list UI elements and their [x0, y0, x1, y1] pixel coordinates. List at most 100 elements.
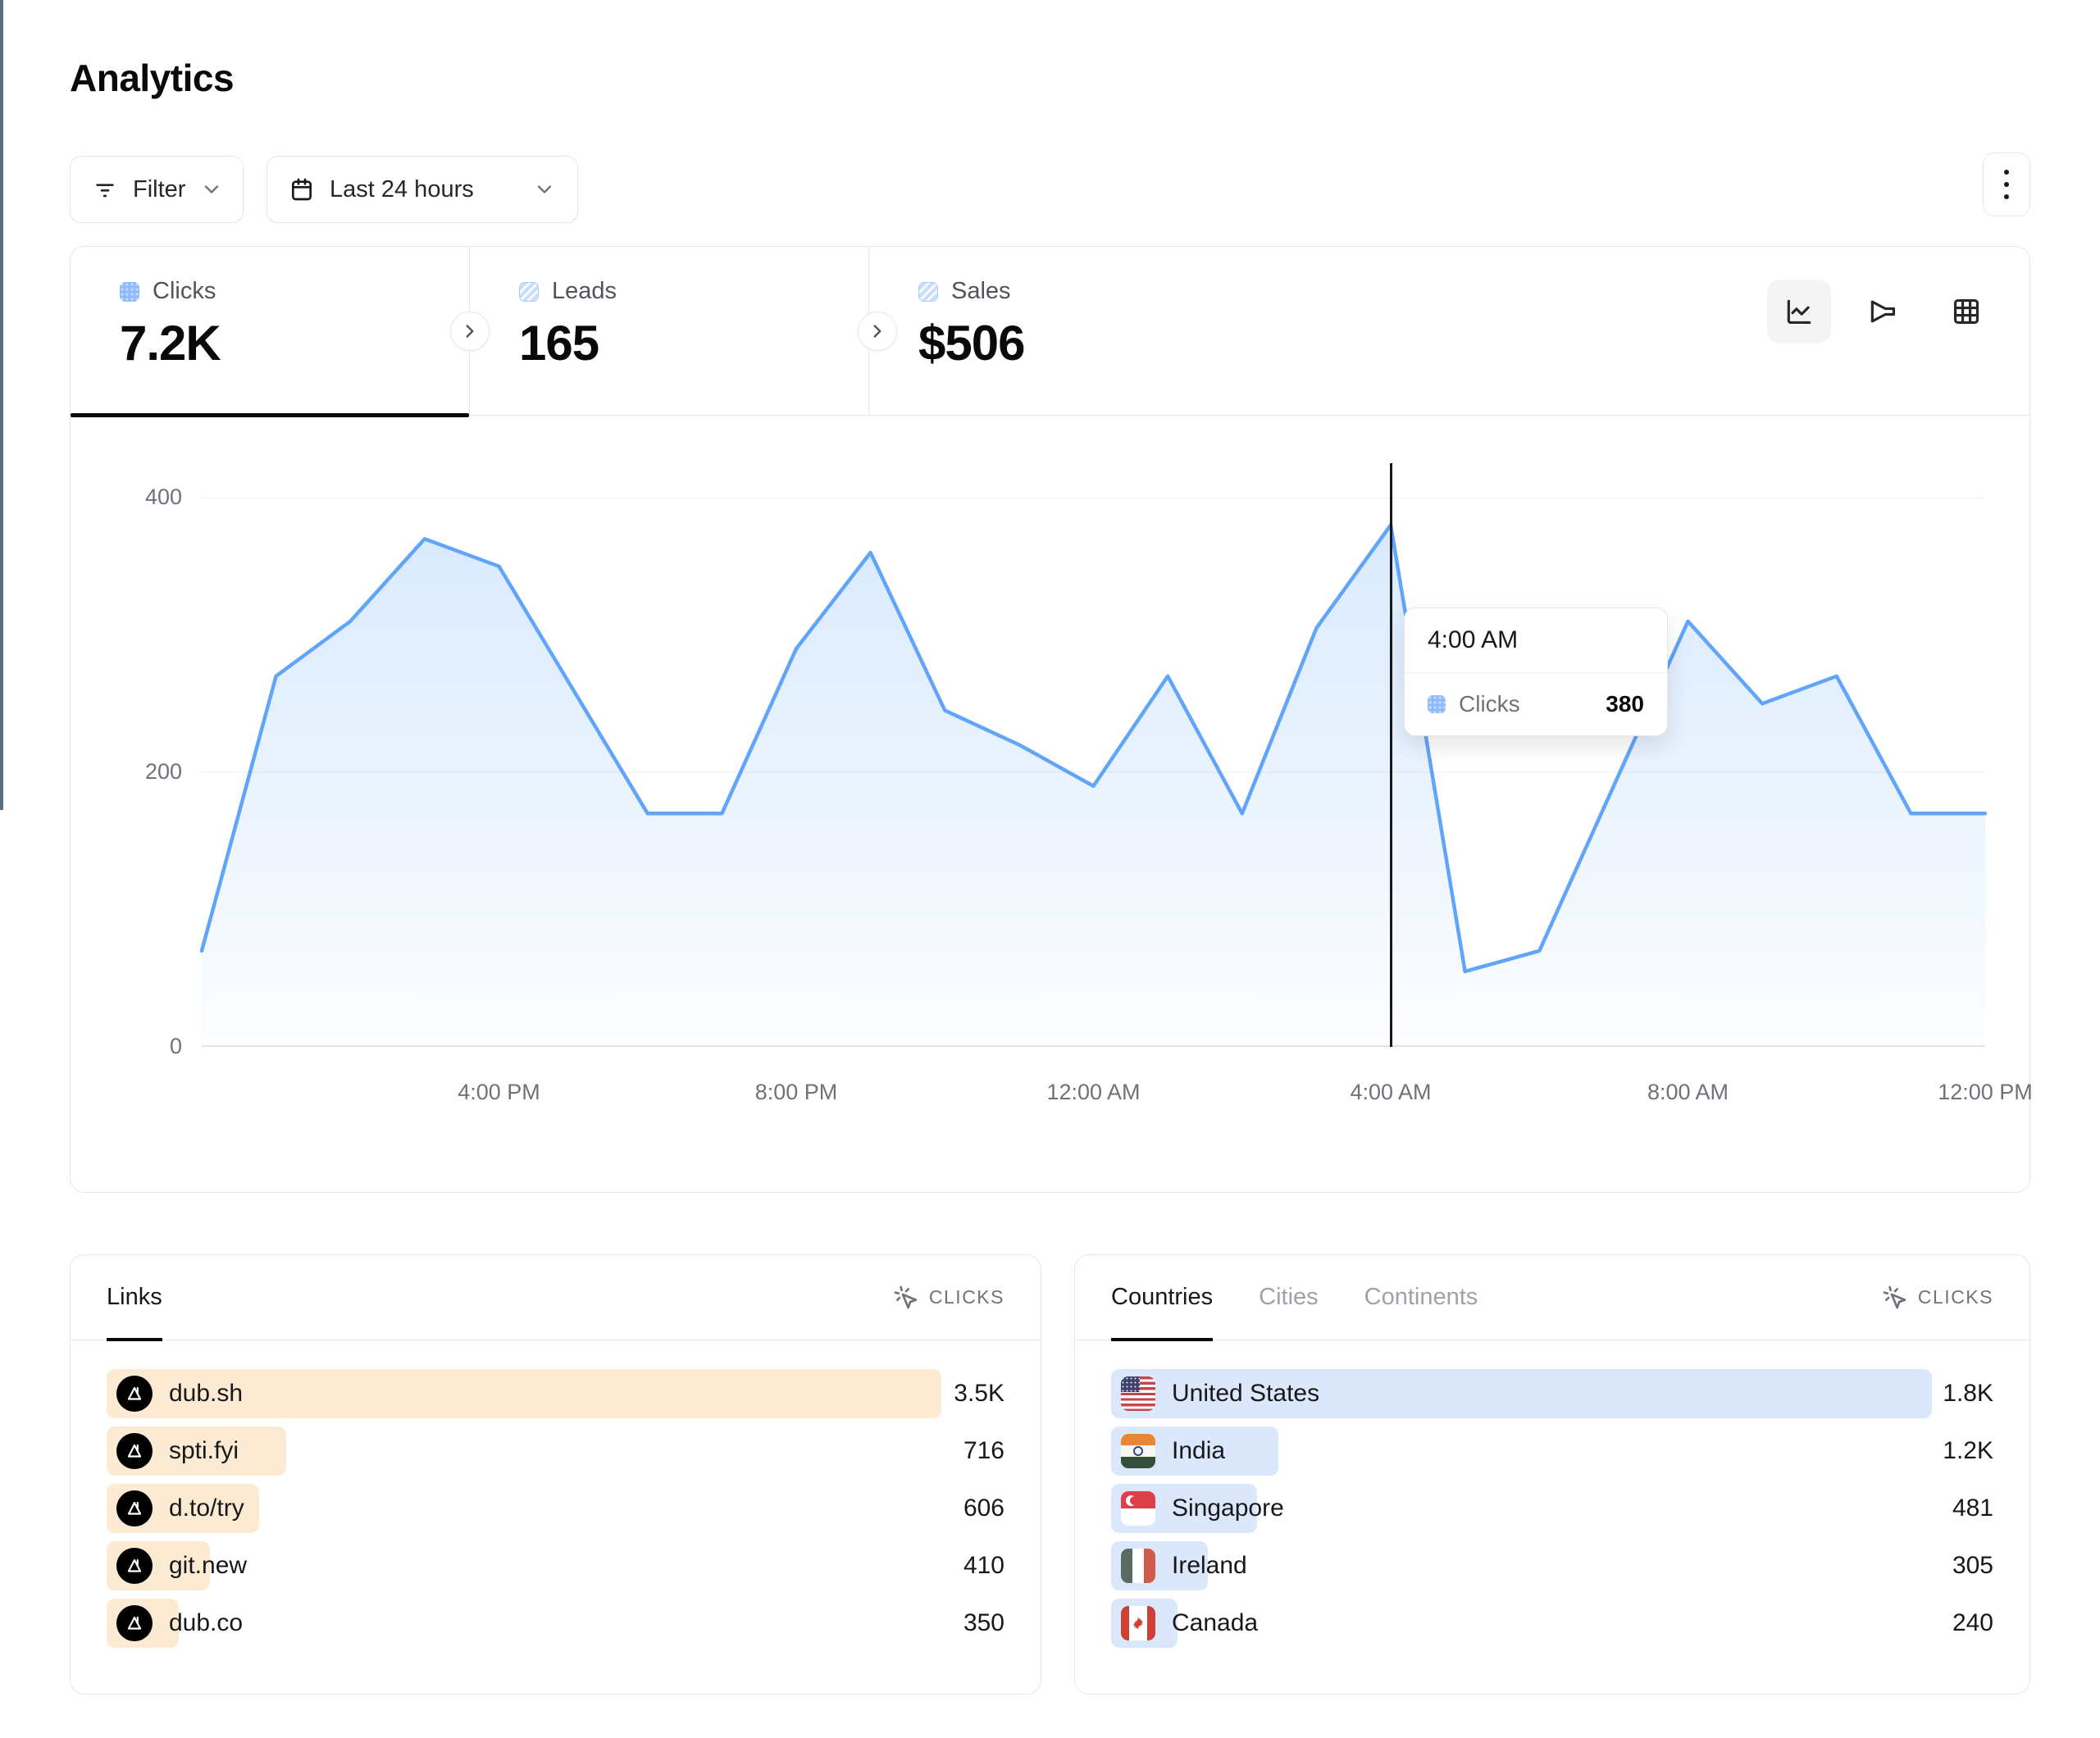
row-label: git.new — [169, 1552, 247, 1580]
links-panel: Links CLICKS dub.sh3.5Kspti.fyi716d.to/t… — [70, 1254, 1041, 1695]
stat-tab-clicks[interactable]: Clicks 7.2K — [71, 247, 470, 415]
x-tick-label: 4:00 PM — [458, 1080, 540, 1105]
line-chart-icon — [1783, 296, 1815, 327]
date-range-label: Last 24 hours — [330, 176, 474, 203]
list-item[interactable]: United States 1.8K — [1111, 1365, 1993, 1422]
line-chart-view-button[interactable] — [1767, 280, 1831, 344]
tab-label: Countries — [1111, 1284, 1213, 1311]
kebab-dot — [2004, 182, 2009, 187]
links-list: dub.sh 3.5K spti.fyi716 d.to/try 606 git.new4… — [71, 1340, 1041, 1652]
stat-value: $506 — [918, 315, 1269, 371]
list-item[interactable]: git.new410 — [107, 1537, 1004, 1595]
filter-button-label: Filter — [133, 176, 185, 203]
row-content: git.new — [107, 1548, 247, 1584]
stats-tab-row: Clicks 7.2K Leads 165 Sales $506 — [71, 247, 2029, 416]
dub-logo-icon — [116, 1548, 153, 1584]
row-content: spti.fyi — [107, 1433, 239, 1469]
x-tick-label: 4:00 AM — [1350, 1080, 1431, 1105]
row-value: 606 — [963, 1495, 1004, 1522]
stat-value: 165 — [519, 315, 868, 371]
flag-icon — [1121, 1376, 1155, 1411]
row-label: Ireland — [1172, 1552, 1247, 1580]
chart-view-toggles — [1767, 280, 1998, 344]
row-content: Ireland — [1111, 1549, 1247, 1583]
links-panel-header: Links CLICKS — [71, 1255, 1041, 1340]
stat-value: 7.2K — [120, 315, 469, 371]
tab-links[interactable]: Links — [107, 1255, 162, 1340]
filter-icon — [92, 176, 118, 202]
stat-label: Clicks — [153, 278, 216, 305]
more-options-button[interactable] — [1983, 152, 2030, 216]
dub-logo-icon — [116, 1376, 153, 1412]
row-content: d.to/try — [107, 1490, 244, 1526]
dub-logo-icon — [116, 1490, 153, 1526]
clicks-area-chart[interactable]: 0200400 4:00 PM8:00 PM12:00 AM4:00 AM8:0… — [202, 460, 1985, 1047]
row-content: Canada — [1111, 1606, 1258, 1640]
y-tick-label: 400 — [116, 485, 182, 510]
row-content: dub.sh — [107, 1376, 243, 1412]
metric-header-label: CLICKS — [929, 1286, 1004, 1308]
row-content: United States — [1111, 1376, 1319, 1411]
date-range-button[interactable]: Last 24 hours — [266, 156, 578, 223]
links-metric-header[interactable]: CLICKS — [893, 1285, 1004, 1311]
tab-continents[interactable]: Continents — [1364, 1255, 1478, 1340]
tab-countries[interactable]: Countries — [1111, 1255, 1213, 1340]
cursor-click-icon — [1882, 1285, 1908, 1311]
list-item[interactable]: Canada 240 — [1111, 1595, 1993, 1652]
grid-table-icon — [1951, 296, 1982, 327]
table-view-button[interactable] — [1934, 280, 1998, 344]
page-title: Analytics — [70, 56, 234, 100]
dub-logo-icon — [124, 1383, 145, 1404]
tooltip-series-chip — [1428, 695, 1446, 713]
sales-legend-chip — [918, 282, 938, 302]
analytics-card: Clicks 7.2K Leads 165 Sales $506 — [70, 246, 2030, 1193]
cursor-click-icon — [893, 1285, 919, 1311]
row-label: Canada — [1172, 1609, 1258, 1637]
list-item[interactable]: dub.co350 — [107, 1595, 1004, 1652]
filter-button[interactable]: Filter — [70, 156, 244, 223]
stat-tab-leads[interactable]: Leads 165 — [470, 247, 869, 415]
stat-tab-sales[interactable]: Sales $506 — [869, 247, 1269, 415]
row-label: dub.co — [169, 1609, 243, 1637]
list-item[interactable]: Singapore 481 — [1111, 1480, 1993, 1537]
x-tick-label: 8:00 PM — [755, 1080, 838, 1105]
expand-leads-button[interactable] — [450, 312, 490, 351]
row-value: 1.8K — [1943, 1380, 1993, 1408]
row-label: Singapore — [1172, 1495, 1284, 1522]
funnel-view-button[interactable] — [1851, 280, 1915, 344]
leads-legend-chip — [519, 282, 539, 302]
row-content: India — [1111, 1434, 1225, 1468]
y-tick-label: 0 — [116, 1034, 182, 1059]
window-edge-divider — [0, 0, 3, 810]
funnel-icon — [1867, 296, 1898, 327]
x-tick-label: 8:00 AM — [1647, 1080, 1729, 1105]
list-item[interactable]: India 1.2K — [1111, 1422, 1993, 1480]
tab-label: Cities — [1259, 1284, 1319, 1311]
countries-metric-header[interactable]: CLICKS — [1882, 1285, 1993, 1311]
row-label: spti.fyi — [169, 1437, 239, 1465]
dub-logo-icon — [116, 1433, 153, 1469]
countries-panel-header: Countries Cities Continents CLICKS — [1075, 1255, 2029, 1340]
list-item[interactable]: Ireland305 — [1111, 1537, 1993, 1595]
list-item[interactable]: spti.fyi716 — [107, 1422, 1004, 1480]
stat-label: Sales — [951, 278, 1011, 305]
list-item[interactable]: d.to/try 606 — [107, 1480, 1004, 1537]
flag-icon — [1121, 1491, 1155, 1526]
row-value: 3.5K — [954, 1380, 1004, 1408]
row-value: 240 — [1952, 1609, 1993, 1637]
row-value: 481 — [1952, 1495, 1993, 1522]
expand-sales-button[interactable] — [858, 312, 897, 351]
tab-label: Continents — [1364, 1284, 1478, 1311]
flag-icon — [1121, 1606, 1155, 1640]
chevron-down-icon — [533, 178, 556, 201]
stat-label: Leads — [552, 278, 617, 305]
tooltip-time: 4:00 AM — [1405, 608, 1667, 673]
row-content: dub.co — [107, 1605, 243, 1641]
row-value: 1.2K — [1943, 1437, 1993, 1465]
chevron-down-icon — [200, 178, 223, 201]
countries-list: United States 1.8K India 1.2K Singapore 481 Ir… — [1075, 1340, 2029, 1652]
list-item[interactable]: dub.sh 3.5K — [107, 1365, 1004, 1422]
x-tick-label: 12:00 PM — [1938, 1080, 2033, 1105]
tab-cities[interactable]: Cities — [1259, 1255, 1319, 1340]
dub-logo-icon — [124, 1440, 145, 1462]
